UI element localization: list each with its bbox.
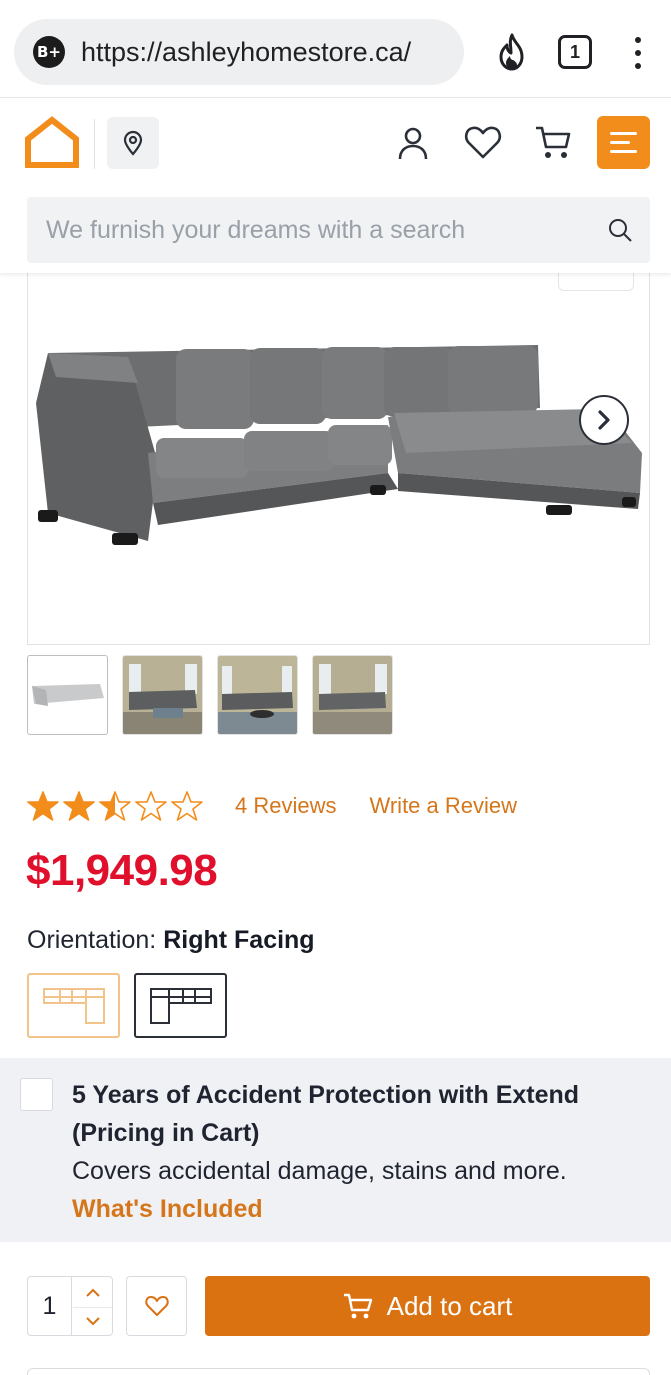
quantity-stepper (27, 1276, 113, 1336)
cart-icon (343, 1293, 372, 1319)
whats-included-link[interactable]: What's Included (72, 1190, 263, 1228)
location-pin-icon (123, 130, 143, 156)
next-section-edge (27, 1368, 650, 1375)
star-full-icon (63, 791, 95, 821)
gallery-top-tab (558, 273, 634, 291)
hamburger-menu-button[interactable] (597, 116, 650, 169)
add-to-wishlist-button[interactable] (126, 1276, 187, 1336)
search-icon[interactable] (607, 217, 633, 243)
thumbnail-sofa-image (32, 684, 104, 706)
next-image-button[interactable] (579, 395, 629, 445)
star-rating[interactable] (27, 790, 203, 822)
search-input[interactable] (27, 197, 587, 263)
quantity-decrease-button[interactable] (73, 1307, 112, 1334)
more-options-icon[interactable] (628, 34, 648, 72)
product-image-gallery[interactable] (27, 273, 650, 645)
address-bar[interactable]: B+ https://ashleyhomestore.ca/ (14, 19, 464, 85)
right-facing-sectional-icon (42, 987, 105, 1024)
flame-icon[interactable] (494, 32, 530, 72)
left-facing-sectional-icon (149, 987, 212, 1024)
orientation-label: Orientation: Right Facing (27, 926, 315, 955)
sectional-sofa-image (36, 345, 642, 545)
product-price: $1,949.98 (26, 846, 218, 895)
quantity-increase-button[interactable] (73, 1279, 112, 1306)
heart-icon (144, 1296, 169, 1316)
rating-row: 4 Reviews Write a Review (27, 789, 517, 823)
star-empty-icon (171, 791, 203, 821)
account-icon[interactable] (394, 125, 432, 163)
home-logo-icon[interactable] (24, 115, 80, 171)
site-badge-icon: B+ (33, 36, 65, 68)
store-location-button[interactable] (107, 117, 159, 169)
accident-protection-offer: 5 Years of Accident Protection with Exte… (0, 1058, 671, 1242)
wishlist-heart-icon[interactable] (463, 123, 503, 161)
thumbnail-4[interactable] (312, 655, 393, 735)
orientation-options (27, 973, 227, 1038)
thumbnail-room-image (218, 656, 297, 734)
tab-switcher-icon[interactable]: 1 (558, 35, 592, 69)
thumbnail-strip (27, 655, 393, 735)
chevron-up-icon (85, 1288, 100, 1297)
protection-description: Covers accidental damage, stains and mor… (72, 1157, 567, 1185)
add-to-cart-label: Add to cart (386, 1290, 513, 1321)
write-review-link[interactable]: Write a Review (369, 793, 517, 819)
star-full-icon (27, 791, 59, 821)
site-header (0, 99, 671, 273)
search-bar (27, 197, 650, 263)
thumbnail-2[interactable] (122, 655, 203, 735)
star-half-icon (99, 791, 131, 821)
chevron-down-icon (85, 1317, 100, 1326)
quantity-input[interactable] (28, 1277, 72, 1335)
orientation-option-right-facing[interactable] (27, 973, 120, 1038)
reviews-link[interactable]: 4 Reviews (235, 793, 336, 819)
chevron-right-icon (598, 410, 610, 430)
cart-icon[interactable] (533, 123, 573, 161)
orientation-label-text: Orientation: (27, 926, 157, 954)
url-text[interactable]: https://ashleyhomestore.ca/ (81, 36, 411, 68)
protection-title: 5 Years of Accident Protection with Exte… (72, 1081, 580, 1147)
star-empty-icon (135, 791, 167, 821)
protection-checkbox[interactable] (20, 1078, 53, 1111)
thumbnail-3[interactable] (217, 655, 298, 735)
orientation-value: Right Facing (163, 926, 315, 954)
thumbnail-1[interactable] (27, 655, 108, 735)
browser-toolbar: B+ https://ashleyhomestore.ca/ 1 (0, 0, 671, 98)
add-to-cart-button[interactable]: Add to cart (205, 1276, 650, 1336)
header-divider (94, 119, 95, 169)
thumbnail-room-image (123, 656, 202, 734)
orientation-option-left-facing[interactable] (134, 973, 227, 1038)
thumbnail-room-image (313, 656, 392, 734)
